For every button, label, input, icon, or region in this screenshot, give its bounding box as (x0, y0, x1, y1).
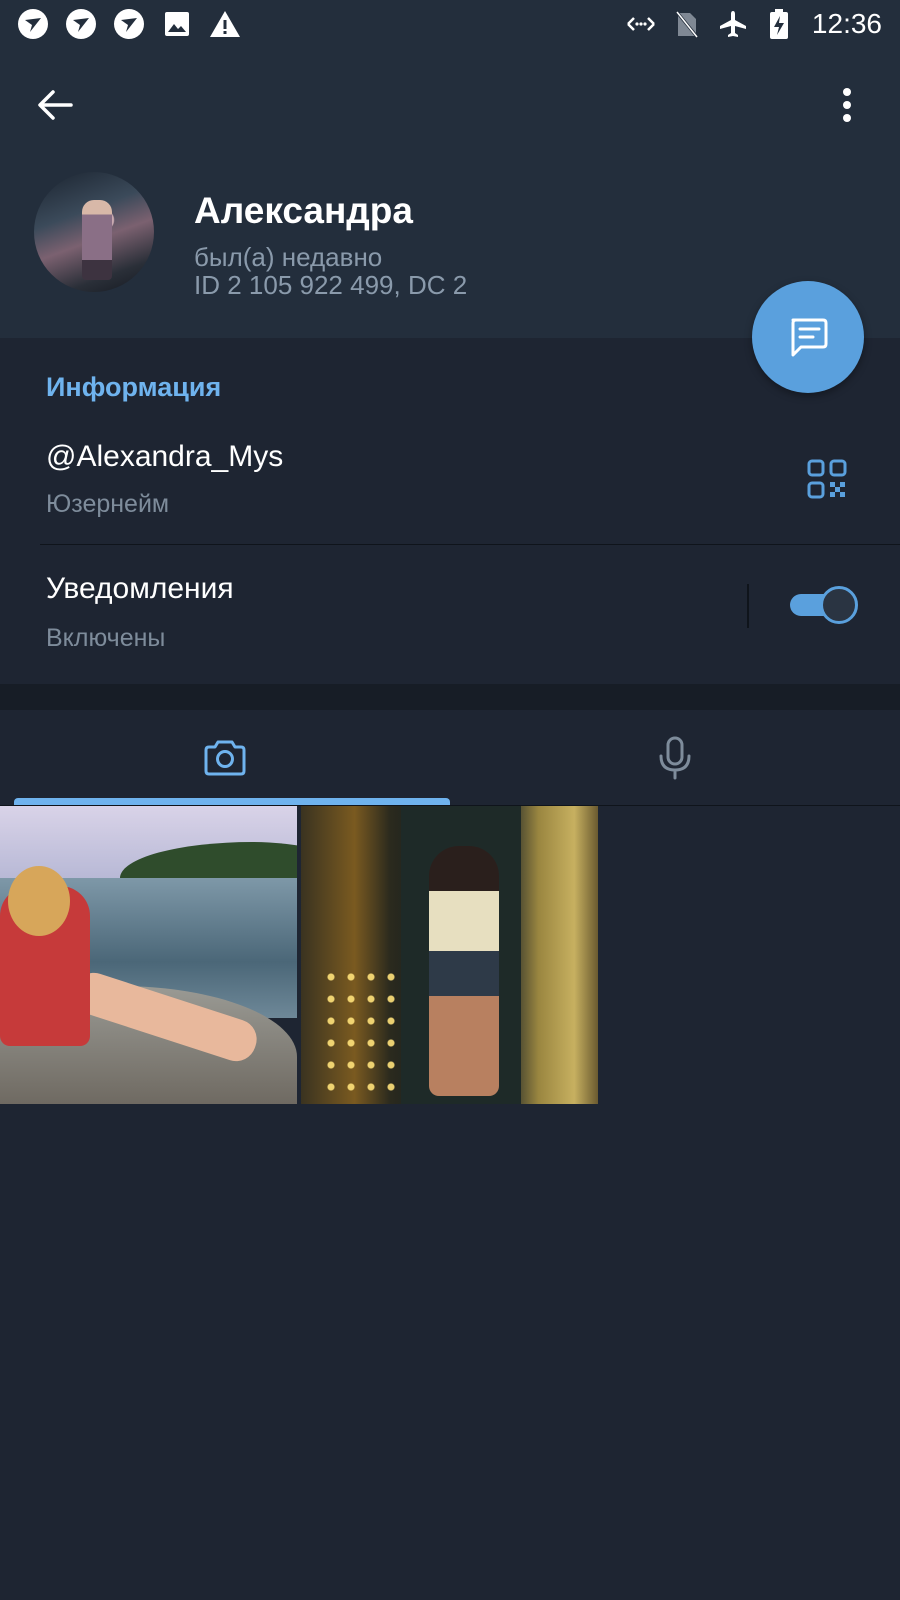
message-icon (791, 318, 828, 357)
notifications-separator (747, 584, 749, 628)
status-left-icons (16, 7, 242, 41)
info-section-title: Информация (46, 372, 222, 402)
section-gap (0, 684, 900, 710)
qr-code-button[interactable] (806, 458, 848, 500)
username-value[interactable]: @Alexandra_Mys (46, 440, 283, 474)
photo-string-lights (321, 966, 401, 1096)
toggle-knob (820, 586, 858, 624)
image-icon (160, 7, 194, 41)
data-sync-icon (624, 7, 658, 41)
notifications-toggle[interactable] (790, 586, 858, 624)
notifications-row[interactable]: Уведомления Включены (0, 546, 900, 684)
profile-header: Александра был(а) недавно ID 2 105 922 4… (0, 50, 900, 338)
more-vertical-icon (843, 88, 851, 122)
arrow-left-icon (38, 90, 73, 120)
media-tabs (0, 710, 900, 806)
avatar-photo (82, 200, 112, 280)
notifications-title: Уведомления (46, 572, 234, 605)
tab-voice[interactable] (450, 710, 900, 806)
media-grid (0, 806, 900, 1106)
qr-code-icon (807, 459, 847, 499)
media-thumbnail[interactable] (301, 806, 598, 1104)
media-thumbnail[interactable] (0, 806, 297, 1104)
app-notification-icon (112, 7, 146, 41)
profile-name: Александра (194, 190, 413, 231)
status-right-icons: 12:36 (624, 7, 882, 41)
app-notification-icon (16, 7, 50, 41)
profile-screen: 12:36 Александра был(а) недавно ID 2 105… (0, 0, 900, 1600)
more-options-button[interactable] (822, 80, 872, 130)
warning-icon (208, 7, 242, 41)
app-notification-icon (64, 7, 98, 41)
status-bar: 12:36 (0, 0, 900, 50)
battery-charging-icon (762, 7, 796, 41)
camera-icon (204, 740, 246, 776)
last-seen-status: был(а) недавно (194, 242, 383, 272)
photo-person-hair (8, 866, 70, 936)
notifications-status: Включены (46, 624, 166, 652)
username-label: Юзернейм (46, 490, 170, 518)
username-row[interactable]: @Alexandra_Mys Юзернейм (0, 418, 900, 546)
empty-area (0, 1106, 900, 1600)
microphone-icon (659, 736, 691, 780)
back-button[interactable] (30, 80, 80, 130)
avatar[interactable] (34, 172, 154, 292)
info-section: Информация @Alexandra_Mys Юзернейм Уведо… (0, 338, 900, 684)
no-sim-icon (670, 7, 704, 41)
tab-photos[interactable] (0, 710, 450, 806)
status-time: 12:36 (811, 8, 882, 39)
send-message-button[interactable] (752, 281, 864, 393)
photo-person (429, 846, 499, 1096)
airplane-mode-icon (716, 7, 750, 41)
user-id: ID 2 105 922 499, DC 2 (194, 270, 468, 300)
info-divider (40, 544, 900, 545)
